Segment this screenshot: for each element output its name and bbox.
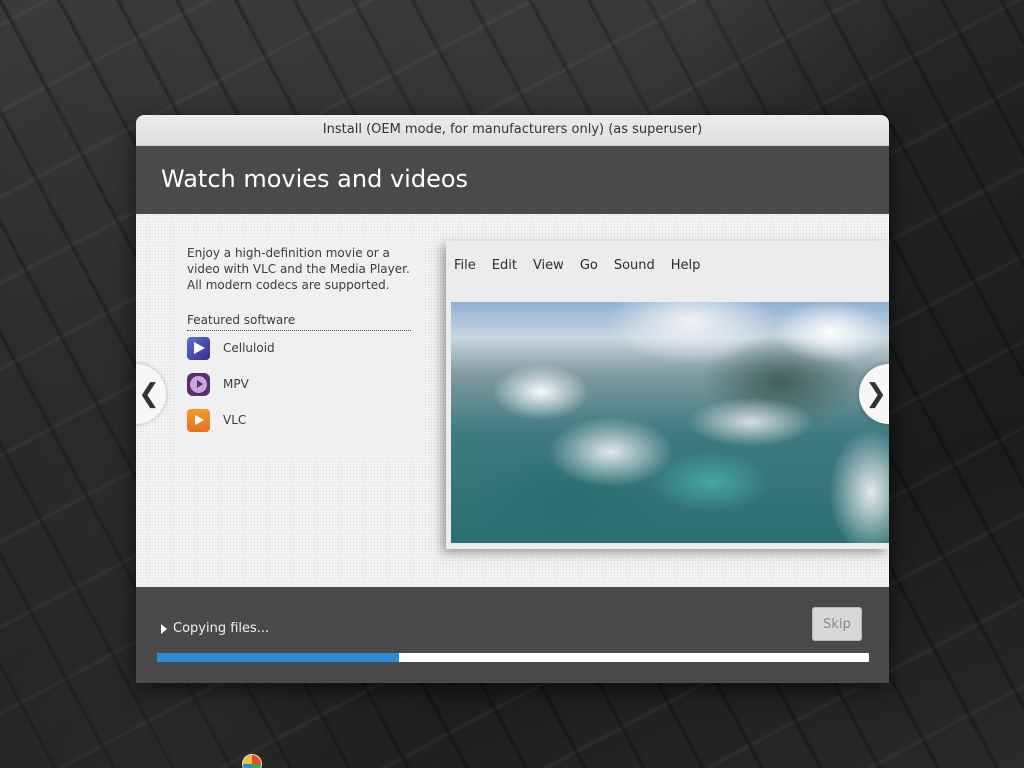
progress-footer: Copying files... Skip bbox=[136, 587, 889, 683]
mpv-icon bbox=[187, 372, 210, 396]
chevron-right-icon: ❯ bbox=[865, 379, 887, 409]
skip-button[interactable]: Skip bbox=[812, 607, 862, 641]
expander-triangle-icon bbox=[161, 623, 167, 634]
app-label: Celluloid bbox=[223, 341, 275, 355]
menu-file: File bbox=[454, 258, 476, 273]
details-expander[interactable]: Copying files... bbox=[161, 621, 269, 636]
previous-slide-button[interactable]: ❮ bbox=[136, 364, 166, 424]
app-label: MPV bbox=[223, 377, 249, 391]
celluloid-icon bbox=[187, 336, 210, 360]
featured-app-celluloid: Celluloid bbox=[187, 336, 275, 360]
app-label: VLC bbox=[223, 413, 247, 427]
menu-help: Help bbox=[670, 258, 701, 273]
progress-fill bbox=[157, 653, 400, 662]
window-title: Install (OEM mode, for manufacturers onl… bbox=[136, 115, 889, 146]
menu-edit: Edit bbox=[491, 258, 517, 273]
featured-software-heading: Featured software bbox=[187, 313, 411, 331]
video-frame bbox=[451, 302, 889, 543]
menu-go: Go bbox=[579, 258, 598, 273]
slideshow: Enjoy a high-definition movie or a video… bbox=[136, 214, 889, 587]
status-text: Copying files... bbox=[173, 621, 270, 636]
vlc-icon bbox=[187, 408, 210, 432]
installer-tray-icon[interactable] bbox=[242, 754, 262, 768]
player-menubar: File Edit View Go Sound Help bbox=[454, 254, 716, 278]
slide-title: Watch movies and videos bbox=[161, 165, 469, 193]
featured-app-vlc: VLC bbox=[187, 408, 246, 432]
media-player-screenshot: File Edit View Go Sound Help bbox=[446, 241, 889, 549]
installer-window: Install (OEM mode, for manufacturers onl… bbox=[136, 115, 889, 683]
slide-header: Watch movies and videos bbox=[136, 146, 889, 214]
menu-sound: Sound bbox=[613, 258, 655, 273]
chevron-left-icon: ❮ bbox=[138, 379, 160, 409]
menu-view: View bbox=[532, 258, 564, 273]
featured-app-mpv: MPV bbox=[187, 372, 249, 396]
slide-description: Enjoy a high-definition movie or a video… bbox=[187, 246, 410, 292]
progress-bar bbox=[157, 653, 869, 662]
info-panel: Enjoy a high-definition movie or a video… bbox=[174, 238, 421, 456]
